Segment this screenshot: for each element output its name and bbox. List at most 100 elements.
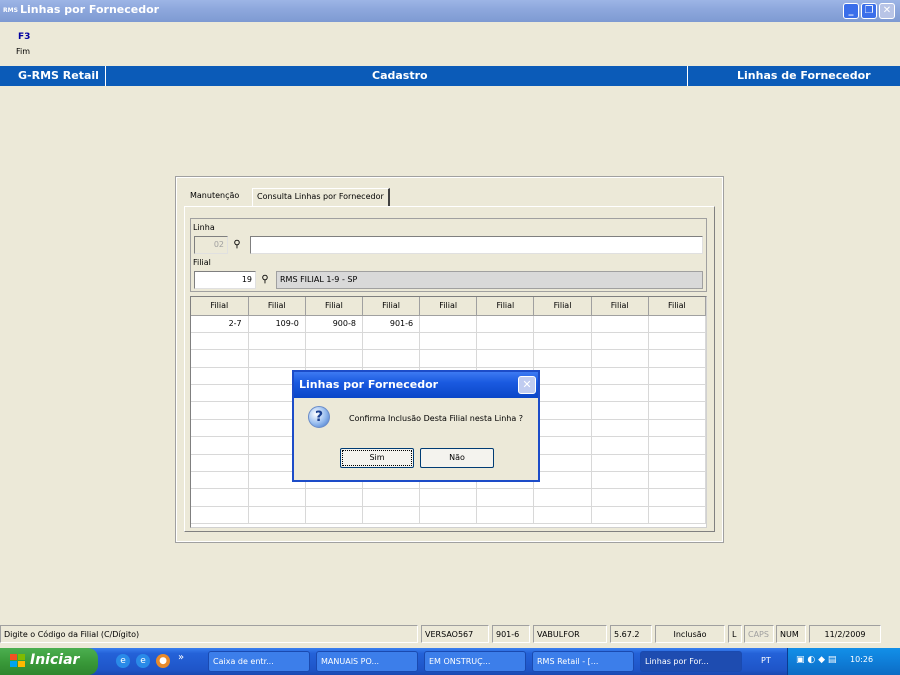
table-cell[interactable] [476,506,535,525]
table-cell[interactable] [419,506,478,525]
table-cell[interactable] [591,436,649,455]
close-button[interactable]: ✕ [879,3,895,19]
table-cell[interactable]: 109-0 [248,315,306,333]
table-cell[interactable] [533,332,592,351]
table-row[interactable]: 2-7 109-0 900-8 901-6 [191,315,706,333]
table-cell[interactable] [191,349,249,368]
maximize-button[interactable]: ❐ [861,3,877,19]
table-cell[interactable] [419,315,478,333]
column-header[interactable]: Filial [533,297,592,316]
tray-icons[interactable]: ▣ ◐ ◆ ▤ [796,655,836,665]
table-cell[interactable] [362,488,421,507]
tab-manutencao[interactable]: Manutenção [186,188,243,206]
table-cell[interactable] [191,332,249,351]
task-em-onstruc[interactable]: EM ONSTRUÇ... [424,651,526,672]
table-row[interactable] [191,332,706,351]
column-header[interactable]: Filial [305,297,363,316]
table-cell[interactable] [533,454,592,473]
column-header[interactable]: Filial [362,297,421,316]
table-cell[interactable] [476,332,535,351]
binoculars-icon[interactable]: ⚲ [228,236,246,254]
table-cell[interactable] [648,506,706,525]
linha-input[interactable]: 02 [194,236,228,254]
table-cell[interactable] [476,315,535,333]
table-cell[interactable] [591,384,649,403]
yes-button[interactable]: Sim [340,448,414,468]
ie-icon[interactable]: e [116,654,130,668]
table-cell[interactable] [191,367,249,386]
media-icon[interactable]: ● [156,654,170,668]
table-cell[interactable] [248,488,306,507]
task-caixa[interactable]: Caixa de entr... [208,651,310,672]
table-cell[interactable] [648,454,706,473]
column-header[interactable]: Filial [476,297,535,316]
minimize-button[interactable]: _ [843,3,859,19]
table-cell[interactable] [533,488,592,507]
table-cell[interactable] [362,349,421,368]
table-cell[interactable] [419,349,478,368]
filial-input[interactable]: 19 [194,271,256,289]
table-row[interactable] [191,488,706,507]
table-cell[interactable] [305,506,363,525]
table-cell[interactable] [533,401,592,420]
table-cell[interactable] [648,471,706,490]
column-header[interactable]: Filial [248,297,306,316]
language-indicator[interactable]: PT [761,656,771,665]
table-cell[interactable] [533,367,592,386]
table-cell[interactable] [648,332,706,351]
table-cell[interactable] [648,419,706,438]
table-cell[interactable] [648,436,706,455]
binoculars-icon[interactable]: ⚲ [256,271,274,289]
table-cell[interactable] [591,488,649,507]
table-cell[interactable] [591,454,649,473]
table-cell[interactable] [533,471,592,490]
table-cell[interactable] [533,349,592,368]
table-cell[interactable] [533,419,592,438]
column-header[interactable]: Filial [191,297,249,316]
table-cell[interactable] [533,384,592,403]
table-cell[interactable] [362,332,421,351]
table-cell[interactable] [591,471,649,490]
table-cell[interactable] [305,349,363,368]
table-cell[interactable] [533,315,592,333]
column-header[interactable]: Filial [419,297,478,316]
table-cell[interactable] [248,349,306,368]
table-cell[interactable] [648,488,706,507]
table-cell[interactable] [248,506,306,525]
table-cell[interactable] [191,419,249,438]
column-header[interactable]: Filial [591,297,649,316]
table-cell[interactable] [591,401,649,420]
table-row[interactable] [191,349,706,368]
table-cell[interactable] [591,419,649,438]
table-cell[interactable] [476,488,535,507]
table-cell[interactable] [305,332,363,351]
table-cell[interactable] [533,436,592,455]
clock[interactable]: 10:26 [850,655,873,664]
table-cell[interactable] [362,506,421,525]
table-cell[interactable] [648,367,706,386]
table-cell[interactable] [419,488,478,507]
table-cell[interactable] [648,384,706,403]
table-cell[interactable] [648,401,706,420]
table-row[interactable] [191,506,706,525]
table-cell[interactable] [648,349,706,368]
table-cell[interactable] [191,454,249,473]
ie-icon[interactable]: e [136,654,150,668]
table-cell[interactable] [305,488,363,507]
task-linhas[interactable]: Linhas por For... [640,651,742,672]
table-cell[interactable]: 901-6 [362,315,421,333]
table-cell[interactable]: 2-7 [191,315,249,333]
column-header[interactable]: Filial [648,297,706,316]
table-cell[interactable] [476,349,535,368]
table-cell[interactable] [191,506,249,525]
table-cell[interactable] [591,367,649,386]
table-cell[interactable] [533,506,592,525]
table-cell[interactable]: 900-8 [305,315,363,333]
table-cell[interactable] [191,401,249,420]
dialog-close-button[interactable]: ✕ [518,376,536,394]
table-cell[interactable] [191,471,249,490]
table-cell[interactable] [191,488,249,507]
table-cell[interactable] [191,384,249,403]
table-cell[interactable] [648,315,706,333]
table-cell[interactable] [591,506,649,525]
